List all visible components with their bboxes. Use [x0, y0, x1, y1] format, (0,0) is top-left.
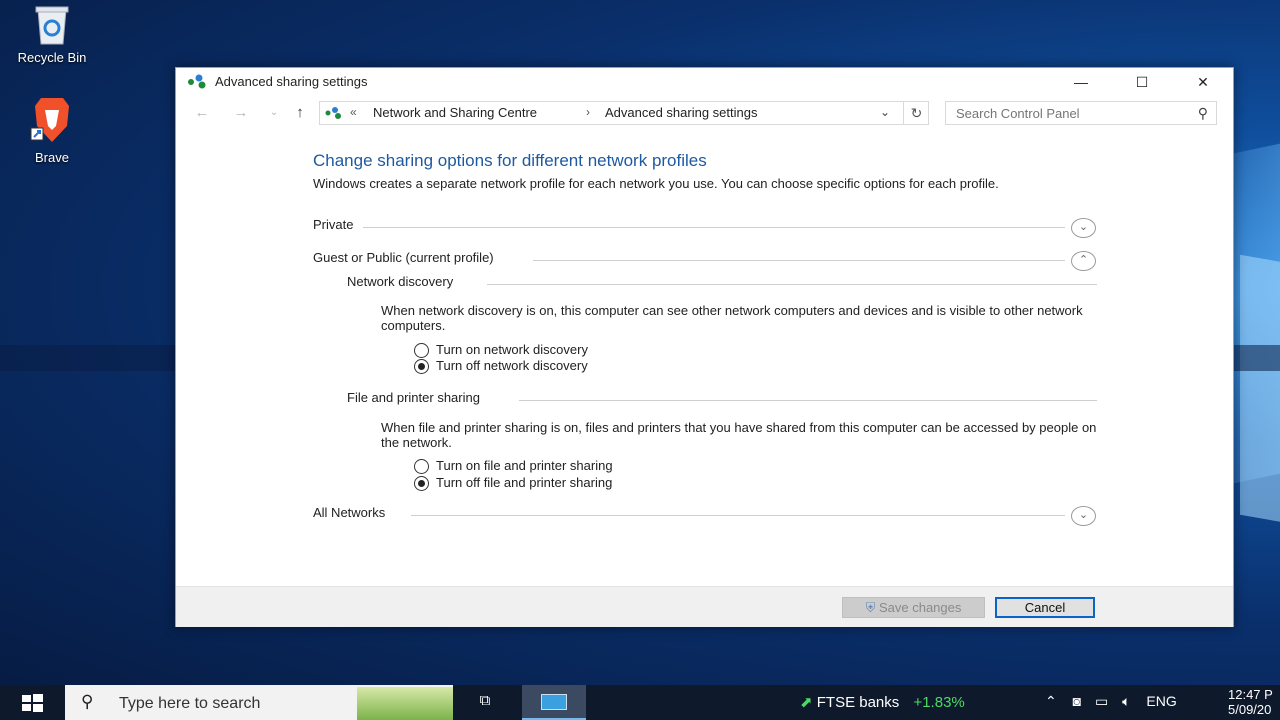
intro-text: Windows creates a separate network profi… — [313, 176, 999, 191]
chart-up-icon: ⬈ — [800, 694, 813, 711]
divider — [519, 400, 1097, 401]
radio-turn-off-file-sharing[interactable]: Turn off file and printer sharing — [414, 475, 674, 491]
radio-turn-off-network-discovery[interactable]: Turn off network discovery — [414, 358, 644, 374]
network-icon — [324, 106, 344, 120]
profile-guest-public[interactable]: Guest or Public (current profile) — [313, 250, 1103, 270]
file-sharing-description: When file and printer sharing is on, fil… — [381, 420, 1097, 450]
radio-label[interactable]: Turn off file and printer sharing — [436, 475, 612, 490]
ticker-name: FTSE banks — [816, 694, 900, 711]
breadcrumb-advanced-sharing[interactable]: Advanced sharing settings — [605, 105, 757, 120]
wallpaper-beam — [1240, 254, 1280, 526]
task-view-icon[interactable]: ⧉ — [470, 692, 500, 714]
window-title: Advanced sharing settings — [215, 74, 368, 89]
settings-content: Change sharing options for different net… — [176, 136, 1235, 586]
breadcrumb-separator-icon[interactable]: › — [586, 105, 590, 119]
meet-now-icon[interactable]: ◙ — [1073, 693, 1081, 709]
navigation-row: ← → ⌄ ↑ « Network and Sharing Centre › A… — [176, 101, 1235, 126]
search-input[interactable] — [956, 105, 1176, 121]
profile-private-label: Private — [313, 217, 360, 232]
profile-all-networks-label: All Networks — [313, 505, 392, 520]
uac-shield-icon: ⛨ — [865, 600, 876, 615]
windows-logo-icon — [22, 694, 43, 712]
recycle-bin-icon — [32, 4, 72, 46]
profile-guest-public-label: Guest or Public (current profile) — [313, 250, 500, 265]
profile-all-networks[interactable]: All Networks — [313, 505, 1103, 525]
title-bar[interactable]: Advanced sharing settings — ☐ ✕ — [176, 68, 1233, 96]
clock-time: 12:47 P — [1228, 687, 1273, 702]
radio-label[interactable]: Turn on file and printer sharing — [436, 458, 613, 473]
radio-label[interactable]: Turn off network discovery — [436, 358, 588, 373]
expand-private-chevron-down-icon[interactable]: ⌄ — [1071, 218, 1096, 238]
desktop-icon-recycle-bin[interactable]: Recycle Bin — [10, 4, 94, 65]
desktop-icon-brave[interactable]: Brave — [10, 96, 94, 165]
ticker-change: +1.83% — [913, 694, 965, 711]
taskbar-search[interactable]: ⚲ Type here to search — [65, 685, 453, 720]
recent-locations-chevron-icon[interactable]: ⌄ — [264, 103, 284, 123]
up-arrow-icon[interactable]: ↑ — [290, 103, 310, 123]
refresh-icon[interactable]: ↻ — [903, 102, 929, 124]
breadcrumb-network-sharing-centre[interactable]: Network and Sharing Centre — [373, 105, 537, 120]
radio-circle[interactable] — [414, 343, 429, 358]
expand-all-networks-chevron-down-icon[interactable]: ⌄ — [1071, 506, 1096, 526]
desktop-icon-label: Recycle Bin — [17, 50, 87, 65]
save-changes-button[interactable]: ⛨ Save changes — [842, 597, 985, 618]
clock-date: 5/09/20 — [1228, 702, 1272, 717]
forward-arrow-icon[interactable]: → — [231, 103, 251, 123]
divider — [533, 260, 1065, 261]
save-changes-label: Save changes — [878, 600, 962, 615]
file-sharing-header: File and printer sharing — [347, 390, 1097, 408]
start-button[interactable] — [0, 685, 64, 720]
network-discovery-description: When network discovery is on, this compu… — [381, 303, 1083, 333]
file-sharing-label: File and printer sharing — [347, 390, 488, 405]
network-tray-icon[interactable]: ▭ — [1095, 693, 1108, 709]
divider — [363, 227, 1065, 228]
cancel-button[interactable]: Cancel — [995, 597, 1095, 618]
control-panel-icon — [541, 694, 567, 710]
language-indicator[interactable]: ENG — [1146, 693, 1176, 709]
volume-icon[interactable]: 🔈︎ — [1122, 693, 1130, 709]
dialog-footer: ⛨ Save changes Cancel — [176, 586, 1233, 627]
search-icon[interactable]: ⚲ — [1198, 105, 1208, 122]
desktop-icon-label: Brave — [35, 150, 69, 165]
back-arrow-icon[interactable]: ← — [192, 103, 212, 123]
taskbar-search-placeholder: Type here to search — [119, 695, 261, 712]
taskbar-control-panel[interactable] — [522, 685, 586, 720]
minimize-button[interactable]: — — [1050, 68, 1112, 96]
breadcrumb-overflow-icon[interactable]: « — [350, 105, 357, 119]
radio-circle-selected[interactable] — [414, 476, 429, 491]
maximize-button[interactable]: ☐ — [1111, 68, 1173, 96]
brave-lion-icon — [25, 96, 79, 146]
network-discovery-header: Network discovery — [347, 274, 1097, 292]
chevron-up-icon[interactable]: ⌃ — [1045, 693, 1057, 709]
search-icon: ⚲ — [81, 692, 94, 711]
radio-turn-on-file-sharing[interactable]: Turn on file and printer sharing — [414, 458, 674, 474]
clock[interactable]: 12:47 P 5/09/20 — [1228, 687, 1280, 717]
radio-circle-selected[interactable] — [414, 359, 429, 374]
profile-private[interactable]: Private — [313, 217, 1103, 237]
divider — [487, 284, 1097, 285]
close-button[interactable]: ✕ — [1172, 68, 1234, 96]
search-highlight-image[interactable] — [357, 687, 453, 720]
network-icon — [187, 74, 209, 90]
collapse-guest-chevron-up-icon[interactable]: ⌃ — [1071, 251, 1096, 271]
system-tray: ⌃ ◙ ▭ 🔈︎ ENG — [1045, 693, 1177, 710]
divider — [411, 515, 1065, 516]
network-discovery-label: Network discovery — [347, 274, 462, 289]
radio-circle[interactable] — [414, 459, 429, 474]
radio-turn-on-network-discovery[interactable]: Turn on network discovery — [414, 342, 644, 358]
address-bar[interactable]: « Network and Sharing Centre › Advanced … — [319, 101, 929, 125]
advanced-sharing-window: Advanced sharing settings — ☐ ✕ ← → ⌄ ↑ … — [175, 67, 1234, 627]
address-dropdown-icon[interactable]: ⌄ — [880, 105, 890, 119]
stock-ticker[interactable]: ⬈ FTSE banks +1.83% — [800, 693, 965, 711]
radio-label[interactable]: Turn on network discovery — [436, 342, 588, 357]
page-title: Change sharing options for different net… — [313, 151, 707, 170]
taskbar: ⚲ Type here to search ⧉ ⬈ FTSE banks +1.… — [0, 685, 1280, 720]
search-box[interactable]: ⚲ — [945, 101, 1217, 125]
